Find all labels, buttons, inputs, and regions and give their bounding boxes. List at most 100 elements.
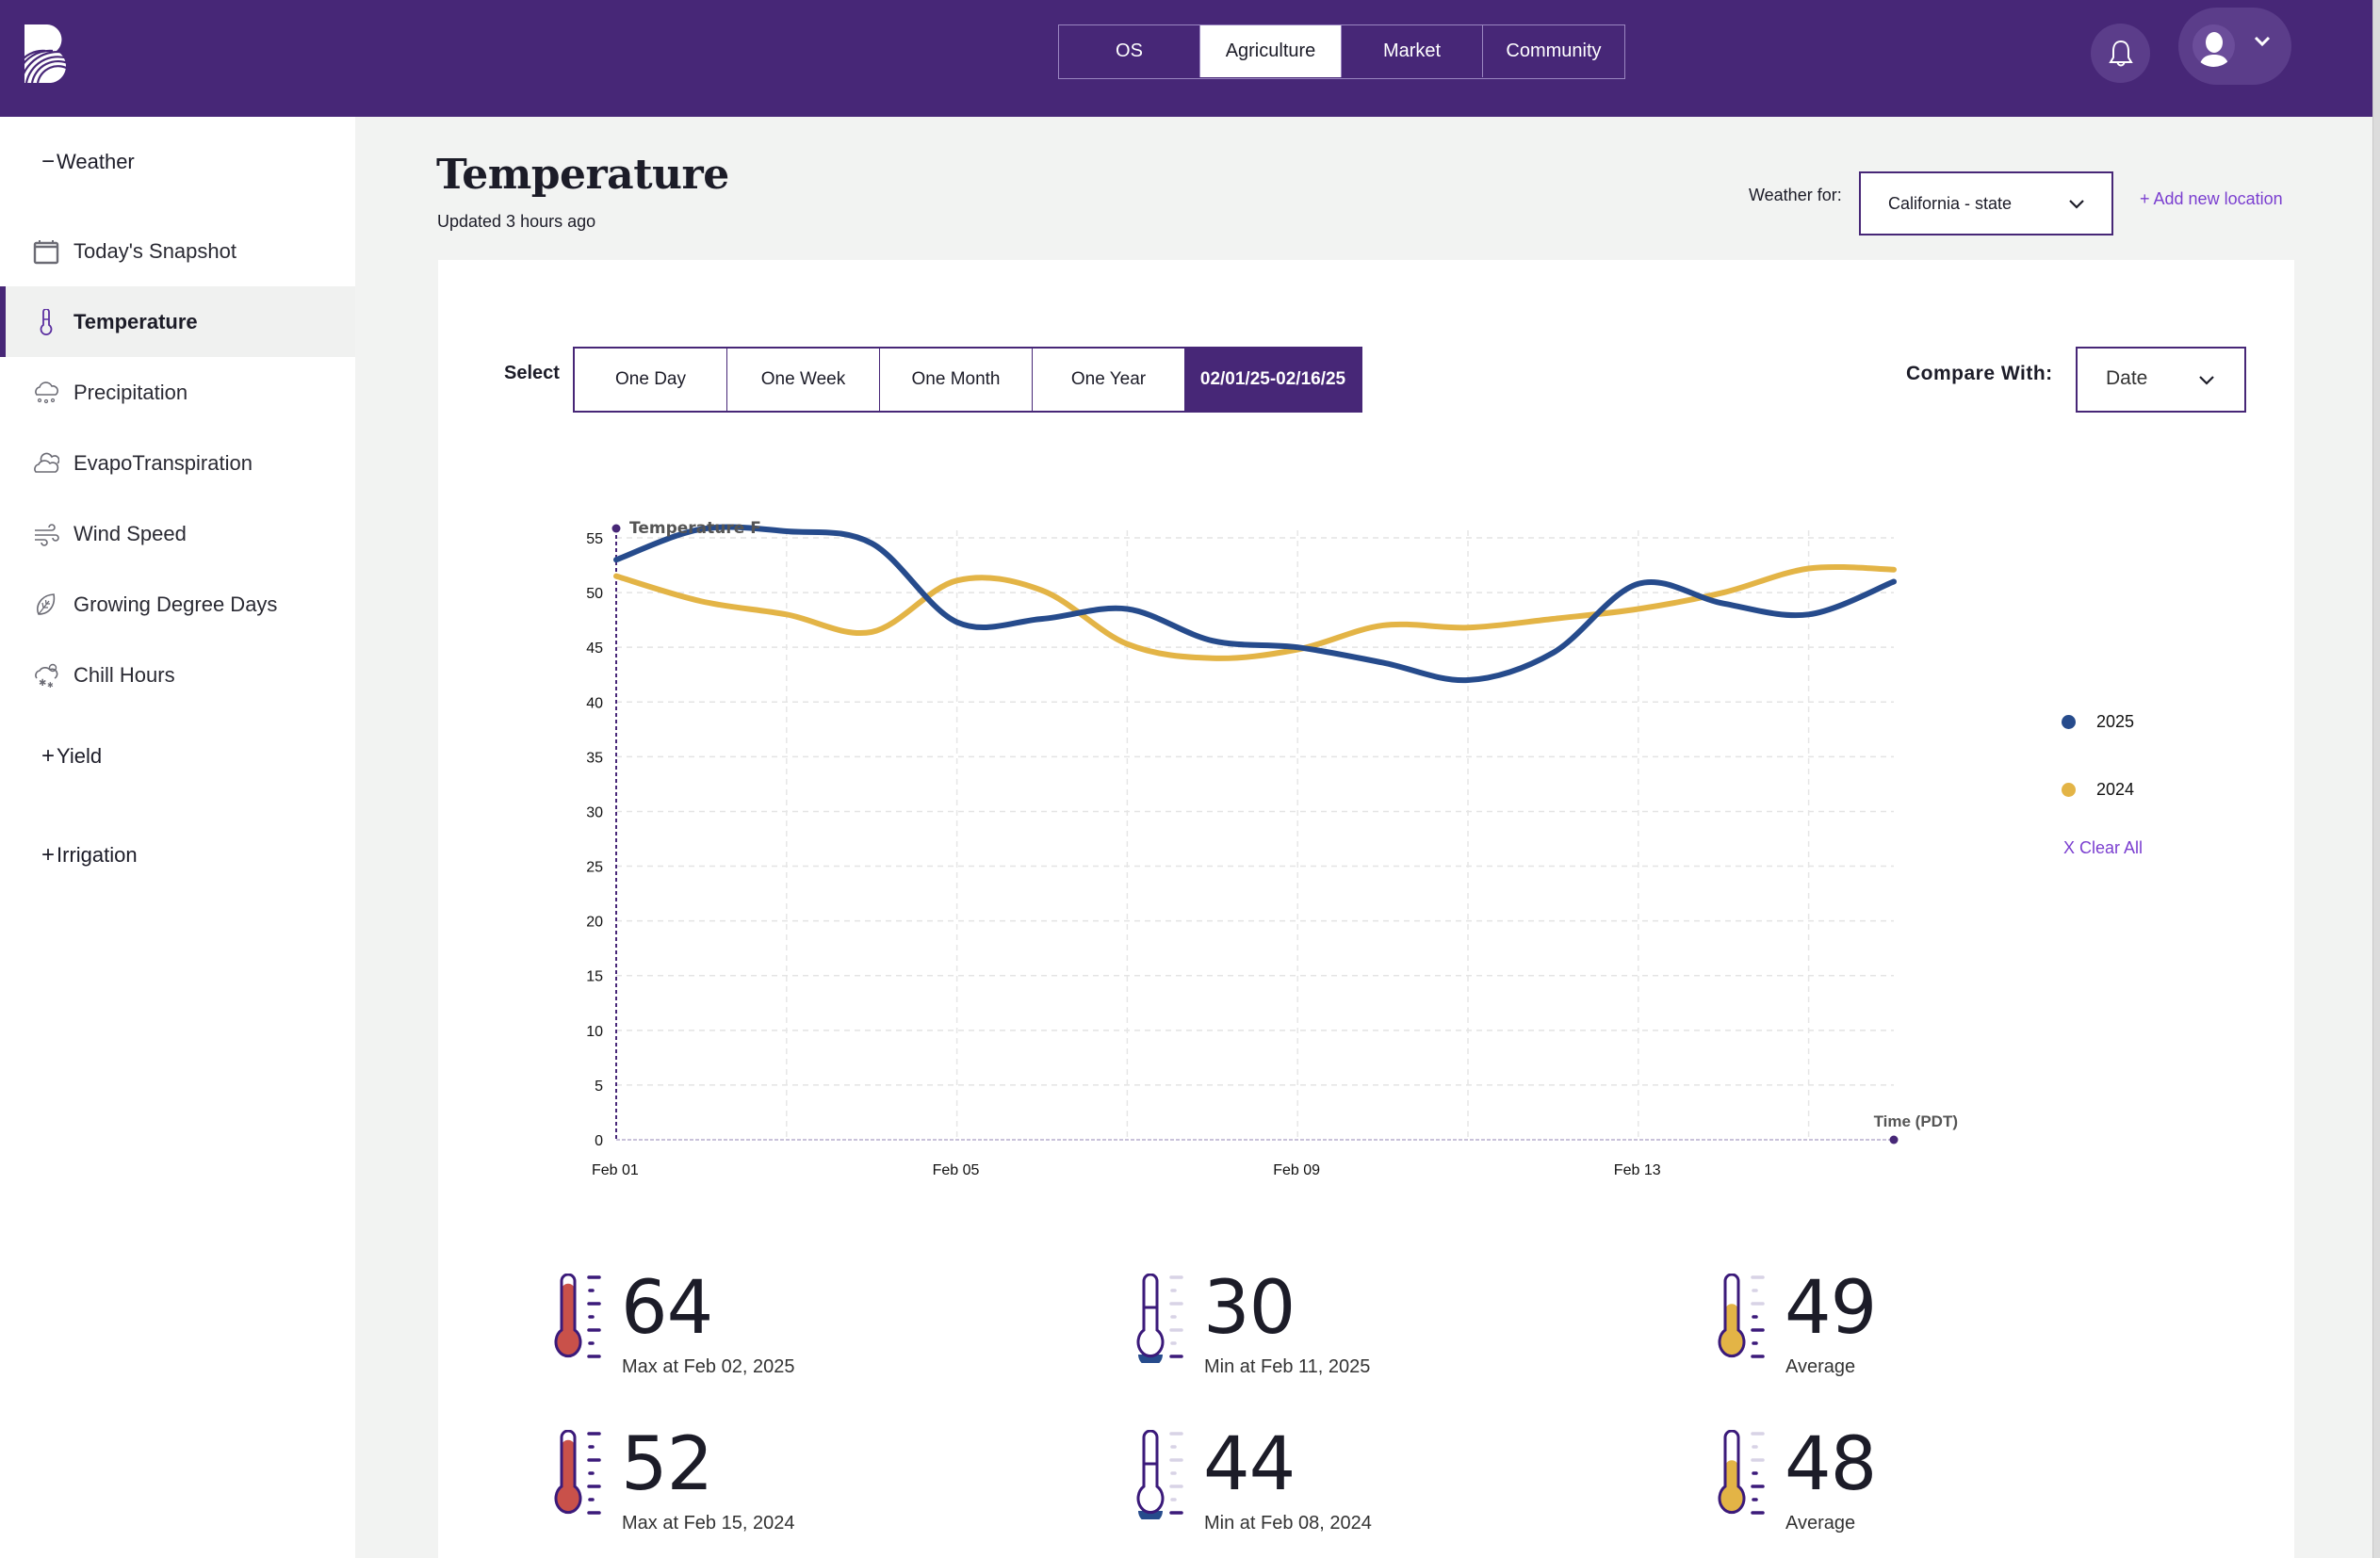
legend-dot [2062,715,2076,729]
thermometer-icon [1718,1430,1765,1515]
y-tick-label: 10 [586,1024,603,1040]
x-tick-label: Feb 09 [1273,1162,1320,1178]
sidebar-section-label: Weather [57,150,135,173]
compare-select-value: Date [2106,367,2148,389]
y-tick-label: 20 [586,915,603,931]
temperature-line-chart: 0 5 10 15 20 25 30 35 40 45 50 55 Temperature F Time … [586,519,1958,1178]
y-tick-label: 25 [586,860,603,876]
nav-tab-market[interactable]: Market [1342,25,1483,77]
sidebar-item-label: Wind Speed [73,521,187,545]
stat-avg: 48 Average [1712,1422,2089,1543]
sidebar-item-label: EvapoTranspiration [73,450,253,475]
main-nav: OS Agriculture Market Community [1058,24,1625,79]
expand-icon: + [41,743,56,769]
collapse-icon: − [41,149,56,174]
sidebar-section-yield[interactable]: + Yield [41,743,102,770]
y-tick-label: 35 [586,750,603,766]
sidebar-item-wind-speed[interactable]: Wind Speed [0,498,355,569]
y-tick-label: 0 [595,1133,603,1149]
stat-caption: Average [1785,1513,1856,1534]
y-tick-label: 55 [586,531,603,547]
stat-value: 44 [1203,1422,1296,1507]
weather-for-label: Weather for: [1749,186,1842,204]
add-location-link[interactable]: + Add new location [2140,189,2283,209]
sidebar: − Weather Today's Snapshot Temperature P… [0,117,355,1558]
y-tick-label: 50 [586,586,603,602]
compare-with-label: Compare With: [1906,363,2053,384]
sidebar-item-label: Growing Degree Days [73,592,278,616]
stat-value: 30 [1203,1266,1296,1351]
location-select-value: California - state [1888,194,2013,213]
user-menu-button[interactable] [2178,8,2291,85]
stat-avg: 49 Average [1712,1266,2089,1387]
stat-caption: Min at Feb 11, 2025 [1204,1356,1371,1377]
stat-caption: Min at Feb 08, 2024 [1204,1513,1372,1534]
sidebar-item-temperature[interactable]: Temperature [0,286,355,357]
brand-logo[interactable] [24,24,70,83]
sidebar-section-irrigation[interactable]: + Irrigation [41,842,138,868]
sidebar-item-label: Chill Hours [73,662,175,687]
rain-cloud-icon [32,379,60,407]
location-select[interactable]: California - state [1859,171,2113,235]
updated-timestamp: Updated 3 hours ago [437,212,596,231]
legend-label: 2024 [2096,780,2135,799]
range-one-day[interactable]: One Day [575,349,727,411]
wind-icon [32,520,60,548]
nav-tab-os[interactable]: OS [1059,25,1200,77]
bell-icon [2108,40,2133,66]
stat-max: 64 Max at Feb 02, 2025 [548,1266,925,1387]
top-bar: OS Agriculture Market Community [0,0,2380,117]
clouds-icon [32,449,60,478]
thermometer-icon [32,308,60,336]
stat-value: 64 [621,1266,713,1351]
x-axis-title: Time (PDT) [1874,1112,1958,1130]
notifications-button[interactable] [2091,24,2150,83]
stat-min: 44 Min at Feb 08, 2024 [1131,1422,1508,1543]
sidebar-item-evapotranspiration[interactable]: EvapoTranspiration [0,428,355,498]
sidebar-section-weather[interactable]: − Weather [41,149,135,175]
sidebar-item-label: Temperature [73,309,198,333]
sidebar-item-chill-hours[interactable]: ✱ ✱ Chill Hours [0,640,355,710]
x-tick-label: Feb 01 [592,1162,639,1178]
range-selector: One Day One Week One Month One Year 02/0… [573,347,1362,413]
sidebar-item-label: Precipitation [73,380,188,404]
y-tick-label: 40 [586,695,603,711]
stat-value: 49 [1785,1266,1877,1351]
sidebar-item-label: Today's Snapshot [73,238,236,263]
y-axis-end-dot [611,524,621,533]
snow-cloud-icon: ✱ ✱ [32,661,60,690]
legend-item-2024[interactable]: 2024 [2062,780,2134,800]
legend-label: 2025 [2096,712,2135,731]
sidebar-section-label: Irrigation [57,843,138,867]
thermometer-icon [1136,1430,1183,1519]
avatar [2193,24,2235,67]
range-custom-dates[interactable]: 02/01/25-02/16/25 [1185,349,1361,411]
range-one-month[interactable]: One Month [880,349,1033,411]
stat-min: 30 Min at Feb 11, 2025 [1131,1266,1508,1387]
range-one-week[interactable]: One Week [727,349,880,411]
chevron-down-icon [2069,200,2084,209]
page-title: Temperature [436,151,729,199]
leaf-icon [32,591,60,619]
range-one-year[interactable]: One Year [1033,349,1185,411]
sidebar-item-todays-snapshot[interactable]: Today's Snapshot [0,216,355,286]
sidebar-item-precipitation[interactable]: Precipitation [0,357,355,428]
sidebar-item-growing-degree-days[interactable]: Growing Degree Days [0,569,355,640]
stat-max: 52 Max at Feb 15, 2024 [548,1422,925,1543]
y-tick-label: 15 [586,969,603,985]
nav-tab-community[interactable]: Community [1483,25,1624,77]
stat-caption: Average [1785,1356,1856,1377]
calendar-icon [32,237,60,266]
chevron-down-icon [2199,376,2214,385]
nav-tab-agriculture[interactable]: Agriculture [1200,25,1342,77]
x-tick-label: Feb 05 [933,1162,980,1178]
thermometer-icon [554,1430,601,1515]
x-tick-label: Feb 13 [1614,1162,1661,1178]
user-avatar-icon [2198,32,2229,67]
clear-all-button[interactable]: X Clear All [2063,838,2143,858]
y-tick-label: 45 [586,641,603,657]
compare-with-select[interactable]: Date [2076,347,2246,413]
window-scrollbar[interactable] [2372,0,2380,1558]
stat-value: 52 [621,1422,713,1507]
legend-item-2025[interactable]: 2025 [2062,712,2134,732]
